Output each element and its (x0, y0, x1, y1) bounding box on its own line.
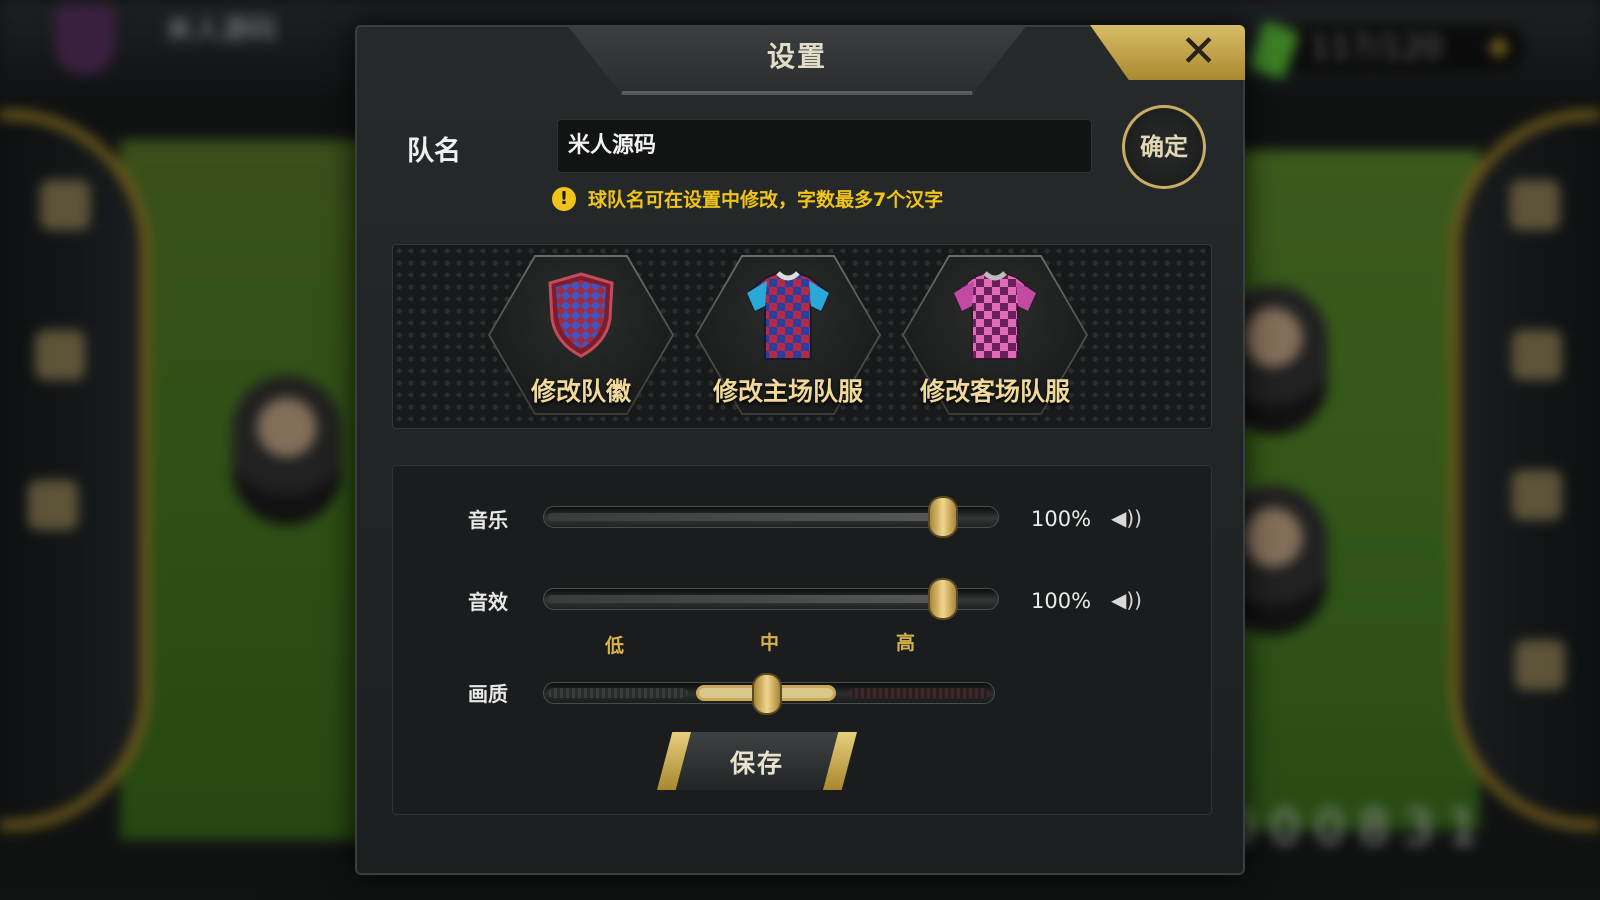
crest-icon (548, 272, 614, 358)
team-name-hint: ! 球队名可在设置中修改，字数最多7个汉字 (552, 185, 943, 212)
quality-slider-knob[interactable] (752, 673, 782, 715)
change-home-kit-button[interactable]: 修改主场队服 (695, 255, 881, 420)
close-icon: ✕ (1180, 26, 1217, 77)
sfx-slider-knob[interactable] (880, 578, 996, 620)
customization-panel: 修改队徽 修改主场队服 修改客场队服 (392, 244, 1212, 429)
warning-icon: ! (552, 186, 576, 211)
change-crest-button[interactable]: 修改队徽 (488, 255, 674, 420)
hint-text: 球队名可在设置中修改，字数最多7个汉字 (588, 189, 944, 211)
quality-segment-high (849, 688, 989, 698)
quality-slider[interactable] (543, 673, 995, 715)
music-slider-fill (548, 513, 932, 521)
home-jersey-icon (745, 271, 831, 360)
change-crest-label: 修改队徽 (530, 377, 631, 406)
quality-option-high[interactable]: 高 (896, 628, 915, 655)
sfx-speaker-icon[interactable]: ◀︎)) (1111, 588, 1142, 612)
music-percent: 100% (1031, 507, 1092, 531)
change-away-kit-button[interactable]: 修改客场队服 (902, 255, 1088, 420)
music-label: 音乐 (468, 508, 508, 532)
music-slider[interactable] (543, 496, 999, 538)
team-name-input[interactable]: 米人源码 (557, 119, 1092, 173)
confirm-button[interactable]: 确定 (1122, 105, 1206, 189)
quality-segment-low (548, 688, 688, 698)
change-home-kit-label: 修改主场队服 (712, 377, 863, 406)
sfx-label: 音效 (468, 590, 508, 614)
sfx-slider-fill (548, 595, 932, 603)
quality-label: 画质 (468, 682, 508, 706)
save-button[interactable]: 保存 (657, 732, 857, 790)
title-plate: 设置 (567, 25, 1027, 95)
away-jersey-icon (952, 271, 1038, 360)
team-name-label: 队名 (407, 136, 461, 167)
quality-option-medium[interactable]: 中 (760, 628, 779, 655)
close-button[interactable]: ✕ (1090, 25, 1245, 80)
music-slider-knob[interactable] (880, 496, 996, 538)
sfx-slider[interactable] (543, 578, 999, 620)
save-label: 保存 (729, 749, 784, 778)
quality-option-low[interactable]: 低 (605, 631, 624, 658)
music-speaker-icon[interactable]: ◀︎)) (1111, 506, 1142, 530)
dialog-title: 设置 (766, 40, 827, 73)
sfx-percent: 100% (1031, 589, 1092, 613)
settings-dialog: 设置 ✕ 队名 米人源码 确定 ! 球队名可在设置中修改，字数最多7个汉字 修改… (355, 25, 1245, 875)
change-away-kit-label: 修改客场队服 (919, 377, 1070, 406)
